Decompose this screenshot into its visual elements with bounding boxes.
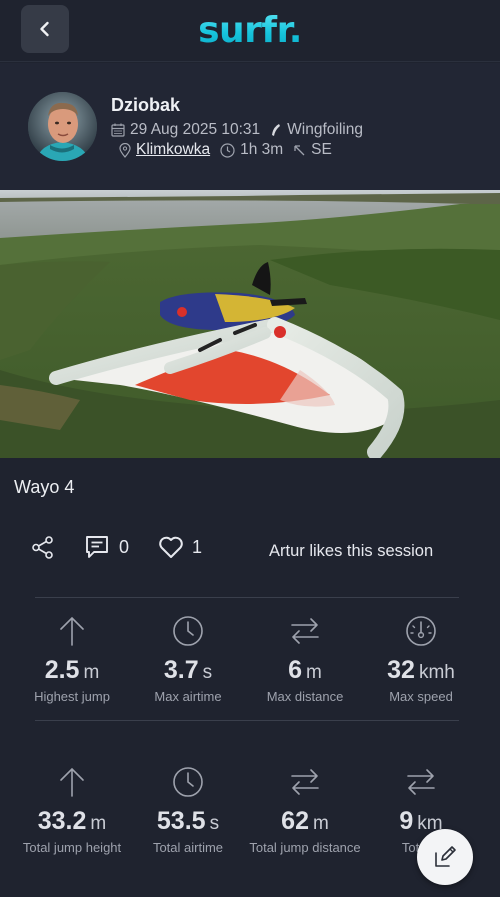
stat-highest-jump: 2.5 m Highest jump [12,614,132,704]
stats-divider-middle [35,720,459,721]
top-bar: surfr. [0,0,500,62]
app-logo: surfr. [0,9,500,53]
wing-icon [270,123,282,137]
likes-summary[interactable]: Artur likes this session [269,542,433,561]
share-icon [32,536,53,559]
comment-icon [86,536,108,558]
clock-icon [173,616,203,646]
session-photo[interactable] [0,190,500,458]
session-title: Wayo 4 [14,477,75,497]
location-pin-icon [119,142,131,158]
arrows-swap-icon [291,618,319,644]
stat-total-jump-distance: 62 m Total jump distance [245,765,365,855]
clock-icon [173,767,203,797]
session-meta-row-2: Klimkowka 1h 3m SE [111,141,332,159]
session-duration: 1h 3m [240,141,284,158]
session-date: 29 Aug 2025 10:31 [130,121,261,138]
stat-max-speed: 32 kmh Max speed [361,614,481,704]
edit-session-button[interactable] [417,829,473,885]
session-meta-row-1: 29 Aug 2025 10:31 Wingfoiling [111,121,363,139]
clock-icon [220,142,235,158]
wind-direction: SE [311,141,332,158]
stats-divider-top [35,597,459,598]
stat-total-airtime: 53.5 s Total airtime [128,765,248,855]
calendar-icon [111,123,125,137]
likes-count: 1 [192,537,203,557]
username[interactable]: Dziobak [111,95,180,116]
arrows-swap-icon [291,769,319,795]
session-sport: Wingfoiling [287,121,363,138]
heart-icon [159,536,183,558]
avatar[interactable] [28,92,97,161]
comments-count: 0 [119,536,130,557]
stat-total-jump-height: 33.2 m Total jump height [12,765,132,855]
arrows-swap-icon [407,769,435,795]
stat-max-airtime: 3.7 s Max airtime [128,614,248,704]
arrow-up-icon [60,767,84,797]
session-location-link[interactable]: Klimkowka [136,141,210,159]
pencil-edit-icon [435,846,456,867]
comments-button[interactable]: 0 [85,535,129,559]
stat-max-distance: 6m Max distance [245,614,365,704]
wind-direction-icon [293,144,306,157]
arrow-up-icon [60,616,84,646]
share-button[interactable] [31,536,54,559]
speedometer-icon [406,616,436,646]
like-button[interactable]: 1 [158,536,202,559]
